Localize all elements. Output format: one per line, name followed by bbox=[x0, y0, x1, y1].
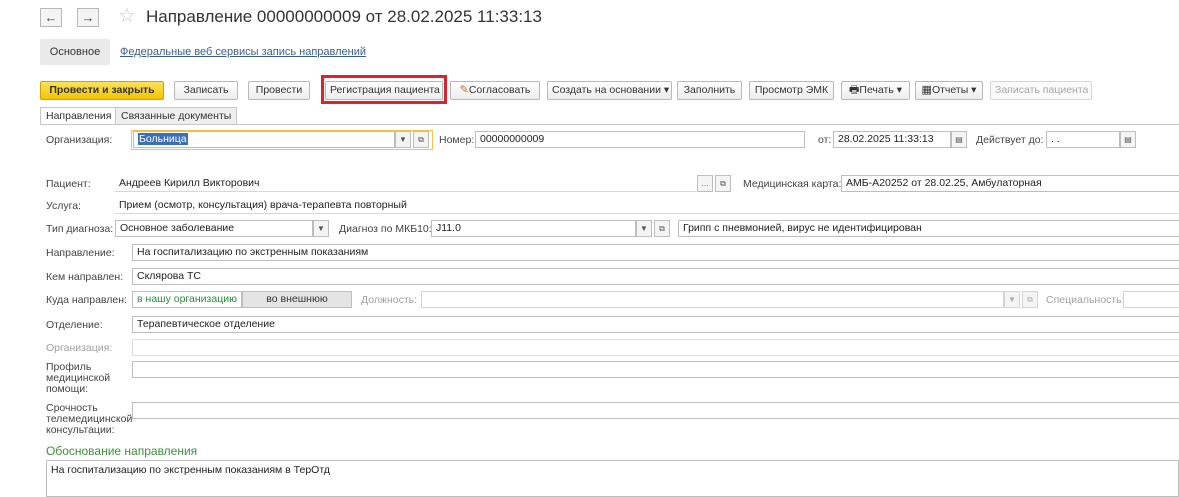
diag-type-input[interactable]: Основное заболевание bbox=[115, 220, 313, 237]
profile-label: Профиль медицинской помощи: bbox=[46, 362, 110, 395]
patient-more-icon[interactable]: … bbox=[697, 175, 713, 192]
position-label: Должность: bbox=[361, 294, 418, 306]
record-patient-button[interactable]: Записать пациента bbox=[990, 81, 1092, 100]
where-external-option[interactable]: во внешнюю bbox=[242, 291, 352, 308]
card-input[interactable]: АМБ-А20252 от 28.02.25, Амбулаторная bbox=[841, 175, 1179, 192]
org-open-icon[interactable]: ⧉ bbox=[413, 131, 429, 148]
by-whom-label: Кем направлен: bbox=[46, 271, 124, 283]
valid-until-label: Действует до: bbox=[976, 134, 1044, 146]
specialty-label: Специальность: bbox=[1046, 294, 1125, 306]
section-main[interactable]: Основное bbox=[40, 39, 110, 65]
number-input[interactable]: 00000000009 bbox=[475, 131, 805, 148]
mkb-dropdown-icon[interactable]: ▼ bbox=[636, 220, 652, 237]
printer-icon: 🖶 bbox=[849, 84, 860, 96]
back-button[interactable]: ← bbox=[40, 8, 62, 27]
chevron-down-icon: ▾ bbox=[896, 84, 902, 96]
from-date-input[interactable]: 28.02.2025 11:33:13 bbox=[833, 131, 951, 148]
patient-label: Пациент: bbox=[46, 178, 91, 190]
mkb-input[interactable]: J11.0 bbox=[431, 220, 636, 237]
highlight-frame bbox=[321, 75, 447, 104]
post-and-close-button[interactable]: Провести и закрыть bbox=[40, 81, 164, 100]
mkb-label: Диагноз по МКБ10: bbox=[339, 223, 432, 235]
org-value: Больница bbox=[138, 133, 188, 145]
chevron-down-icon: ▾ bbox=[663, 84, 670, 96]
agree-label: Согласовать bbox=[468, 84, 531, 96]
diag-type-label: Тип диагноза: bbox=[46, 223, 114, 235]
profile-input[interactable] bbox=[132, 361, 1179, 378]
agree-icon: ✎ bbox=[459, 84, 469, 96]
print-label: Печать bbox=[859, 84, 894, 96]
org2-input[interactable] bbox=[132, 339, 1179, 356]
specialty-input[interactable] bbox=[1123, 291, 1179, 308]
service-label: Услуга: bbox=[46, 200, 81, 212]
star-icon[interactable]: ☆ bbox=[118, 5, 136, 27]
diag-type-dropdown-icon[interactable]: ▼ bbox=[313, 220, 329, 237]
fill-button[interactable]: Заполнить bbox=[677, 81, 742, 100]
position-input[interactable] bbox=[421, 291, 1004, 308]
tab-related-documents[interactable]: Связанные документы bbox=[115, 107, 238, 124]
calendar-icon[interactable]: ▤ bbox=[1120, 131, 1136, 148]
urgency-label: Срочность телемедицинской консультации: bbox=[46, 403, 132, 436]
calendar-icon[interactable]: ▤ bbox=[951, 131, 967, 148]
reports-button[interactable]: ▦Отчеты ▾ bbox=[915, 81, 983, 100]
org-label: Организация: bbox=[46, 134, 113, 146]
urgency-input[interactable] bbox=[132, 402, 1179, 419]
position-dropdown-icon[interactable]: ▼ bbox=[1004, 291, 1020, 308]
view-emk-button[interactable]: Просмотр ЭМК bbox=[749, 81, 834, 100]
mkb-description: Грипп с пневмонией, вирус не идентифицир… bbox=[678, 220, 1179, 237]
reports-icon: ▦ bbox=[921, 84, 932, 96]
section-federal-link[interactable]: Федеральные веб сервисы запись направлен… bbox=[120, 46, 366, 58]
direction-input[interactable]: На госпитализацию по экстренным показани… bbox=[132, 244, 1179, 261]
chevron-down-icon: ▾ bbox=[971, 84, 977, 96]
org-dropdown-icon[interactable]: ▼ bbox=[395, 131, 411, 148]
mkb-open-icon[interactable]: ⧉ bbox=[654, 220, 670, 237]
urgency-label-line-3: консультации: bbox=[46, 424, 115, 436]
where-internal-option[interactable]: в нашу организацию bbox=[132, 291, 242, 308]
reports-label: Отчеты bbox=[931, 84, 969, 96]
where-label: Куда направлен: bbox=[46, 294, 127, 306]
save-button[interactable]: Записать bbox=[174, 81, 238, 100]
department-input[interactable]: Терапевтическое отделение bbox=[132, 316, 1179, 333]
patient-open-icon[interactable]: ⧉ bbox=[715, 175, 731, 192]
justification-title: Обоснование направления bbox=[46, 444, 198, 458]
org-input[interactable]: Больница bbox=[133, 131, 395, 148]
tab-divider bbox=[40, 124, 1179, 125]
valid-until-input[interactable]: . . bbox=[1046, 131, 1120, 148]
service-input[interactable]: Прием (осмотр, консультация) врача-терап… bbox=[114, 197, 1179, 214]
patient-input[interactable]: Андреев Кирилл Викторович bbox=[114, 175, 697, 192]
forward-button[interactable]: → bbox=[77, 8, 99, 27]
tab-directions[interactable]: Направления bbox=[40, 107, 118, 125]
number-label: Номер: bbox=[439, 134, 475, 146]
card-label: Медицинская карта: bbox=[743, 178, 842, 190]
profile-label-line-3: помощи: bbox=[46, 383, 89, 395]
org2-label: Организация: bbox=[46, 342, 113, 354]
create-based-label: Создать на основании bbox=[552, 84, 661, 96]
agree-button[interactable]: ✎Согласовать bbox=[450, 81, 540, 100]
page-title: Направление 00000000009 от 28.02.2025 11… bbox=[146, 7, 542, 26]
position-open-icon[interactable]: ⧉ bbox=[1022, 291, 1038, 308]
justification-textarea[interactable]: На госпитализацию по экстренным показани… bbox=[46, 460, 1179, 497]
from-label: от: bbox=[818, 134, 832, 146]
create-based-button[interactable]: Создать на основании ▾ bbox=[547, 81, 672, 100]
direction-label: Направление: bbox=[46, 247, 115, 259]
print-button[interactable]: 🖶Печать ▾ bbox=[841, 81, 910, 100]
department-label: Отделение: bbox=[46, 319, 103, 331]
by-whom-input[interactable]: Склярова ТС bbox=[132, 268, 1179, 285]
post-button[interactable]: Провести bbox=[248, 81, 310, 100]
